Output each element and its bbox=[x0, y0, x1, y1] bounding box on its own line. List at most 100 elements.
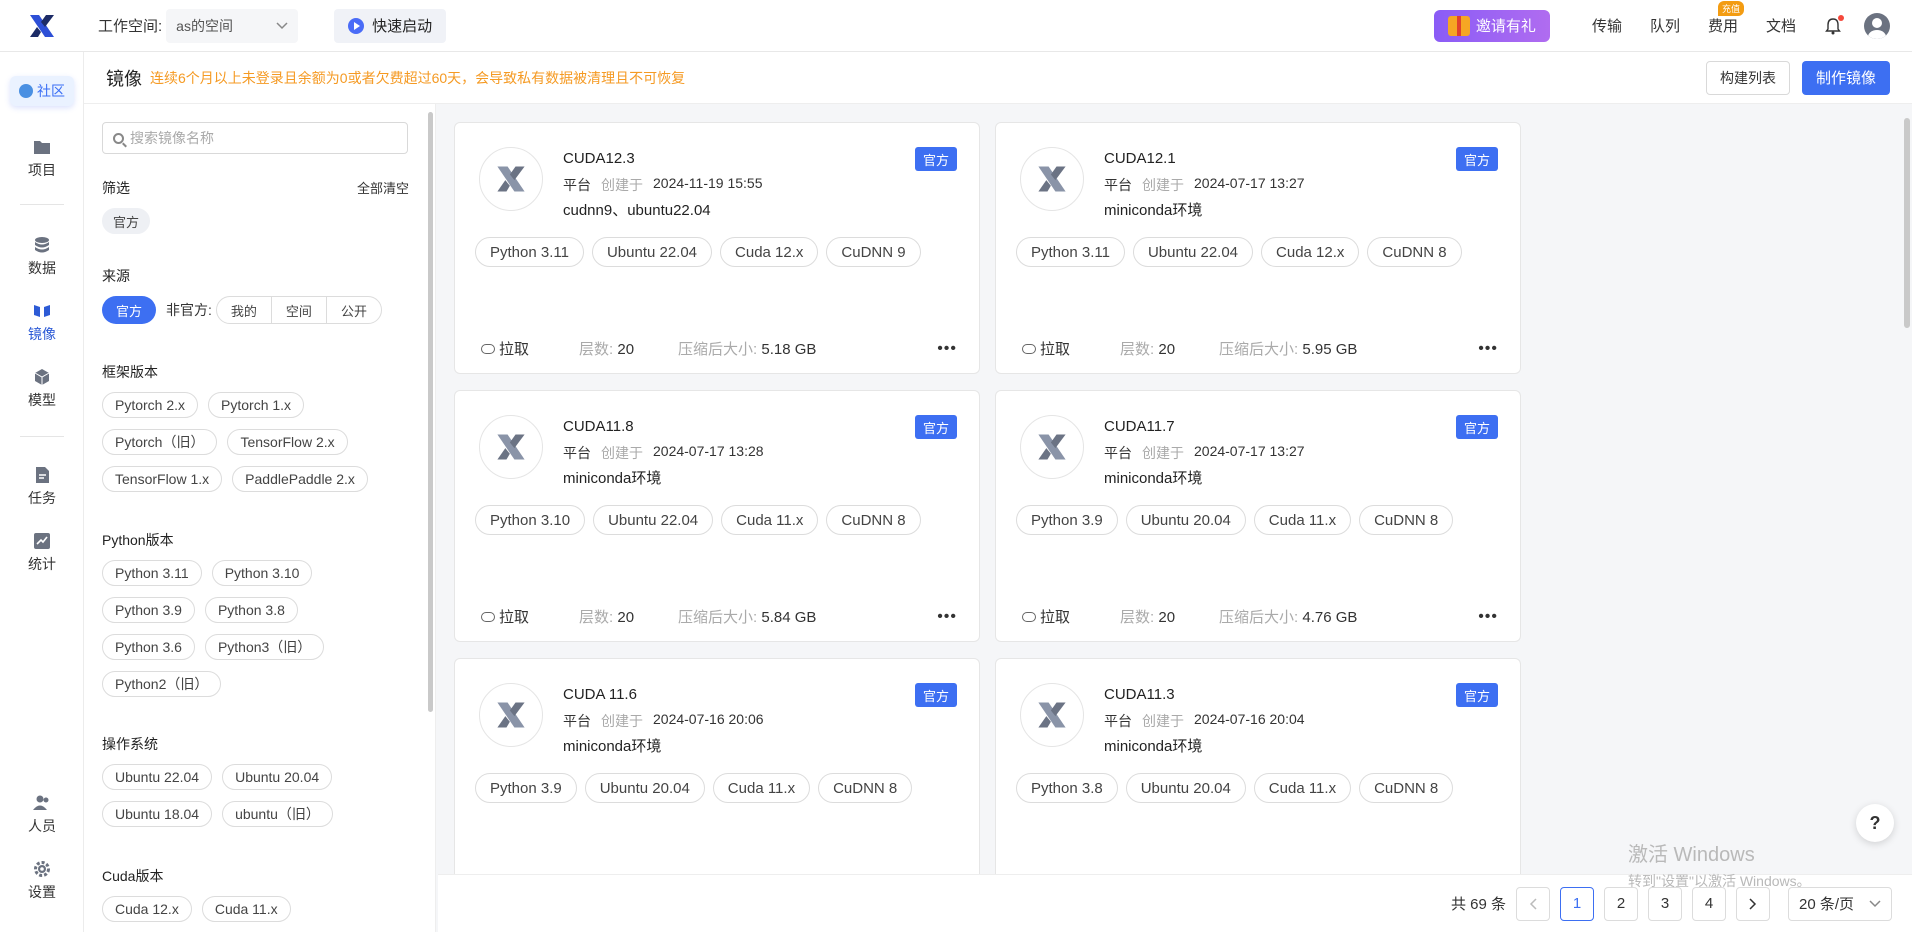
source-option-mine[interactable]: 我的 bbox=[217, 297, 272, 323]
image-logo-icon bbox=[1020, 147, 1084, 211]
filter-chip[interactable]: Python 3.11 bbox=[102, 560, 202, 586]
nav-item-models[interactable]: 模型 bbox=[0, 368, 84, 410]
nav-item-settings[interactable]: 设置 bbox=[0, 860, 84, 902]
layers-info: 层数: 20 bbox=[1120, 338, 1175, 359]
image-name[interactable]: CUDA12.3 bbox=[563, 150, 635, 167]
help-button[interactable]: ? bbox=[1856, 804, 1894, 842]
nav-item-people[interactable]: 人员 bbox=[0, 794, 84, 836]
image-description: miniconda环境 bbox=[563, 470, 662, 487]
filter-chip[interactable]: Pytorch 1.x bbox=[208, 392, 305, 418]
tag-chip: Python 3.11 bbox=[475, 237, 584, 267]
tag-chip: Python 3.11 bbox=[1016, 237, 1125, 267]
source-official-chip[interactable]: 官方 bbox=[102, 296, 157, 324]
main-scrollbar[interactable] bbox=[1904, 118, 1910, 328]
filter-chip[interactable]: ubuntu（旧） bbox=[222, 801, 333, 827]
image-card[interactable]: CUDA11.7 平台 创建于 2024-07-17 13:27 miniconda环境… bbox=[995, 390, 1521, 642]
active-filter-chip[interactable]: 官方 bbox=[102, 208, 151, 234]
nav-item-stats[interactable]: 统计 bbox=[0, 532, 84, 574]
image-platform: 平台 bbox=[563, 445, 591, 461]
nav-link-transfer[interactable]: 传输 bbox=[1592, 15, 1622, 36]
quick-start-button[interactable]: 快速启动 bbox=[334, 8, 447, 43]
page-button[interactable]: 2 bbox=[1604, 886, 1638, 921]
filter-chip[interactable]: Python 3.6 bbox=[102, 634, 195, 660]
layers-label: 层数: bbox=[579, 341, 614, 358]
more-options-icon[interactable]: ••• bbox=[937, 340, 957, 358]
image-name[interactable]: CUDA11.3 bbox=[1104, 686, 1175, 703]
search-input[interactable]: 搜索镜像名称 bbox=[102, 122, 408, 154]
page-button[interactable]: 1 bbox=[1560, 886, 1594, 921]
nav-link-billing[interactable]: 费用 充值 bbox=[1708, 1, 1744, 36]
more-options-icon[interactable]: ••• bbox=[1478, 608, 1498, 626]
total-count: 共 69 条 bbox=[1450, 896, 1506, 913]
filter-scrollbar[interactable] bbox=[428, 112, 433, 712]
clear-all-link[interactable]: 全部清空 bbox=[357, 178, 409, 197]
next-page-button[interactable] bbox=[1736, 886, 1770, 921]
filter-chip[interactable]: PaddlePaddle 2.x bbox=[232, 466, 368, 492]
pull-button[interactable]: 拉取 bbox=[1022, 338, 1070, 359]
nav-item-tasks[interactable]: 任务 bbox=[0, 466, 84, 508]
more-options-icon[interactable]: ••• bbox=[937, 608, 957, 626]
nav-item-images[interactable]: 镜像 bbox=[0, 302, 84, 344]
page-size-select[interactable]: 20 条/页 bbox=[1788, 886, 1892, 921]
filter-chip[interactable]: Cuda 12.x bbox=[102, 896, 192, 922]
prev-page-button[interactable] bbox=[1516, 886, 1550, 921]
layers-value: 20 bbox=[1158, 609, 1176, 626]
official-badge: 官方 bbox=[1455, 683, 1498, 707]
image-name[interactable]: CUDA11.7 bbox=[1104, 418, 1175, 435]
created-label: 创建于 bbox=[1142, 713, 1184, 729]
invite-button[interactable]: 邀请有礼 bbox=[1433, 9, 1550, 42]
make-image-button[interactable]: 制作镜像 bbox=[1801, 60, 1890, 95]
app-logo[interactable] bbox=[0, 13, 84, 39]
created-time: 2024-07-17 13:28 bbox=[653, 443, 764, 459]
created-label: 创建于 bbox=[601, 445, 643, 461]
avatar[interactable] bbox=[1864, 12, 1890, 39]
filter-chip[interactable]: Ubuntu 18.04 bbox=[102, 801, 213, 827]
nav-link-docs[interactable]: 文档 bbox=[1766, 15, 1796, 36]
page-button[interactable]: 4 bbox=[1692, 886, 1726, 921]
created-label: 创建于 bbox=[1142, 445, 1184, 461]
image-card[interactable]: CUDA11.3 平台 创建于 2024-07-16 20:04 miniconda环境… bbox=[995, 658, 1521, 874]
filter-chip[interactable]: Ubuntu 20.04 bbox=[222, 764, 333, 790]
page-button[interactable]: 3 bbox=[1648, 886, 1682, 921]
nav-item-projects[interactable]: 项目 bbox=[0, 138, 84, 180]
filter-chip[interactable]: TensorFlow 2.x bbox=[227, 429, 348, 455]
build-list-button[interactable]: 构建列表 bbox=[1705, 60, 1790, 95]
more-options-icon[interactable]: ••• bbox=[1478, 340, 1498, 358]
filter-chip[interactable]: Python3（旧） bbox=[204, 634, 325, 660]
pull-button[interactable]: 拉取 bbox=[481, 338, 529, 359]
filter-chip[interactable]: TensorFlow 1.x bbox=[102, 466, 223, 492]
community-button[interactable]: 社区 bbox=[10, 76, 74, 106]
workspace-select[interactable]: as的空间 bbox=[166, 8, 299, 43]
source-option-space[interactable]: 空间 bbox=[272, 297, 327, 323]
layers-info: 层数: 20 bbox=[1120, 606, 1175, 627]
nav-item-data[interactable]: 数据 bbox=[0, 236, 84, 278]
image-description: miniconda环境 bbox=[563, 738, 662, 755]
filter-chip[interactable]: Cuda 11.x bbox=[201, 896, 291, 922]
image-card[interactable]: CUDA 11.6 平台 创建于 2024-07-16 20:06 miniconda环… bbox=[454, 658, 980, 874]
image-card[interactable]: CUDA12.3 平台 创建于 2024-11-19 15:55 cudnn9、ubun… bbox=[454, 122, 980, 374]
size-info: 压缩后大小: 5.18 GB bbox=[678, 338, 816, 359]
bell-icon[interactable] bbox=[1824, 14, 1844, 35]
pull-button[interactable]: 拉取 bbox=[481, 606, 529, 627]
image-name[interactable]: CUDA12.1 bbox=[1104, 150, 1176, 167]
nav-link-queue[interactable]: 队列 bbox=[1650, 15, 1680, 36]
source-title: 来源 bbox=[102, 268, 130, 284]
image-logo-icon bbox=[479, 415, 543, 479]
image-name[interactable]: CUDA 11.6 bbox=[563, 686, 637, 703]
tag-chip: Ubuntu 22.04 bbox=[591, 237, 713, 267]
filter-chip[interactable]: Python2（旧） bbox=[102, 671, 222, 697]
filter-chip[interactable]: Pytorch 2.x bbox=[102, 392, 199, 418]
filter-chip[interactable]: Python 3.8 bbox=[204, 597, 298, 623]
filter-chip[interactable]: Pytorch（旧） bbox=[102, 429, 218, 455]
image-name[interactable]: CUDA11.8 bbox=[563, 418, 634, 435]
tag-chip: Cuda 11.x bbox=[712, 773, 811, 803]
source-option-public[interactable]: 公开 bbox=[327, 297, 381, 323]
image-card[interactable]: CUDA11.8 平台 创建于 2024-07-17 13:28 miniconda环境… bbox=[454, 390, 980, 642]
filter-chip[interactable]: Python 3.9 bbox=[102, 597, 195, 623]
filter-chip[interactable]: Python 3.10 bbox=[211, 560, 313, 586]
image-card[interactable]: CUDA12.1 平台 创建于 2024-07-17 13:27 miniconda环境… bbox=[995, 122, 1521, 374]
created-time: 2024-11-19 15:55 bbox=[653, 175, 763, 191]
recharge-badge: 充值 bbox=[1717, 1, 1744, 16]
pull-button[interactable]: 拉取 bbox=[1022, 606, 1070, 627]
filter-chip[interactable]: Ubuntu 22.04 bbox=[102, 764, 213, 790]
